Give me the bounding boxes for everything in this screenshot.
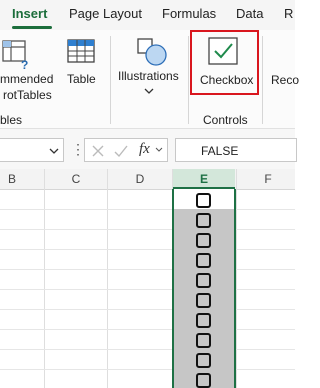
tab-review-cut[interactable]: R: [284, 6, 293, 21]
more-options-icon[interactable]: ⋮: [71, 141, 85, 158]
gridline: [0, 229, 295, 230]
cell-checkbox[interactable]: [196, 373, 211, 388]
active-tab-indicator: [12, 26, 52, 29]
cell-checkbox[interactable]: [196, 293, 211, 308]
gridline: [0, 349, 295, 350]
svg-text:?: ?: [21, 58, 28, 69]
illustrations-label: Illustrations: [118, 69, 179, 83]
column-header-b[interactable]: B: [0, 169, 24, 189]
recommended-charts-cut-label[interactable]: Reco: [271, 73, 299, 87]
group-separator: [262, 36, 263, 124]
tab-insert[interactable]: Insert: [12, 6, 47, 21]
column-header-f[interactable]: F: [236, 169, 300, 189]
illustrations-icon: [137, 38, 167, 66]
recommended-pivottables-button[interactable]: ?: [0, 37, 50, 95]
cell-checkbox[interactable]: [196, 333, 211, 348]
recommended-label-1: mmended: [0, 72, 54, 86]
cell-checkbox[interactable]: [196, 193, 211, 208]
gridline: [107, 169, 108, 388]
cell-checkbox[interactable]: [196, 233, 211, 248]
name-box-dropdown-icon[interactable]: [49, 147, 59, 155]
group-separator: [110, 36, 111, 124]
table-icon: [67, 39, 95, 63]
illustrations-button[interactable]: Illustrations: [114, 35, 186, 105]
gridline: [0, 289, 295, 290]
recommended-label-2: rotTables: [3, 88, 52, 102]
gridline: [0, 209, 295, 210]
gridline: [44, 169, 45, 388]
tab-formulas[interactable]: Formulas: [162, 6, 216, 21]
gridline: [236, 169, 237, 388]
name-box[interactable]: [0, 138, 64, 162]
fx-chevron-icon: [155, 147, 163, 152]
group-label-tables: bles: [0, 113, 23, 127]
formula-value: FALSE: [201, 144, 239, 158]
chevron-down-icon: [144, 88, 154, 94]
formula-buttons: fx: [84, 138, 168, 162]
group-separator: [188, 36, 189, 124]
cell-checkbox[interactable]: [196, 353, 211, 368]
column-header-c[interactable]: C: [45, 169, 107, 189]
gridline: [0, 309, 295, 310]
cell-checkbox[interactable]: [196, 273, 211, 288]
insert-function-icon[interactable]: fx: [139, 141, 150, 158]
checkbox-highlight-box: [190, 30, 259, 95]
cell-checkbox[interactable]: [196, 213, 211, 228]
gridline: [0, 329, 295, 330]
group-label-controls: Controls: [203, 113, 248, 127]
cell-checkbox[interactable]: [196, 313, 211, 328]
enter-check-icon[interactable]: [113, 144, 129, 158]
table-label: Table: [67, 72, 96, 86]
tab-page-layout[interactable]: Page Layout: [69, 6, 142, 21]
recommended-pivottables-icon: ?: [2, 40, 28, 69]
tab-data[interactable]: Data: [236, 6, 263, 21]
gridline: [0, 269, 295, 270]
cancel-icon[interactable]: [91, 144, 105, 158]
gridline: [0, 249, 295, 250]
gridline: [0, 369, 295, 370]
column-header-e[interactable]: E: [173, 169, 235, 189]
formula-input[interactable]: FALSE: [175, 138, 297, 162]
table-button[interactable]: Table: [62, 37, 102, 95]
column-header-d[interactable]: D: [108, 169, 172, 189]
cell-checkbox[interactable]: [196, 253, 211, 268]
